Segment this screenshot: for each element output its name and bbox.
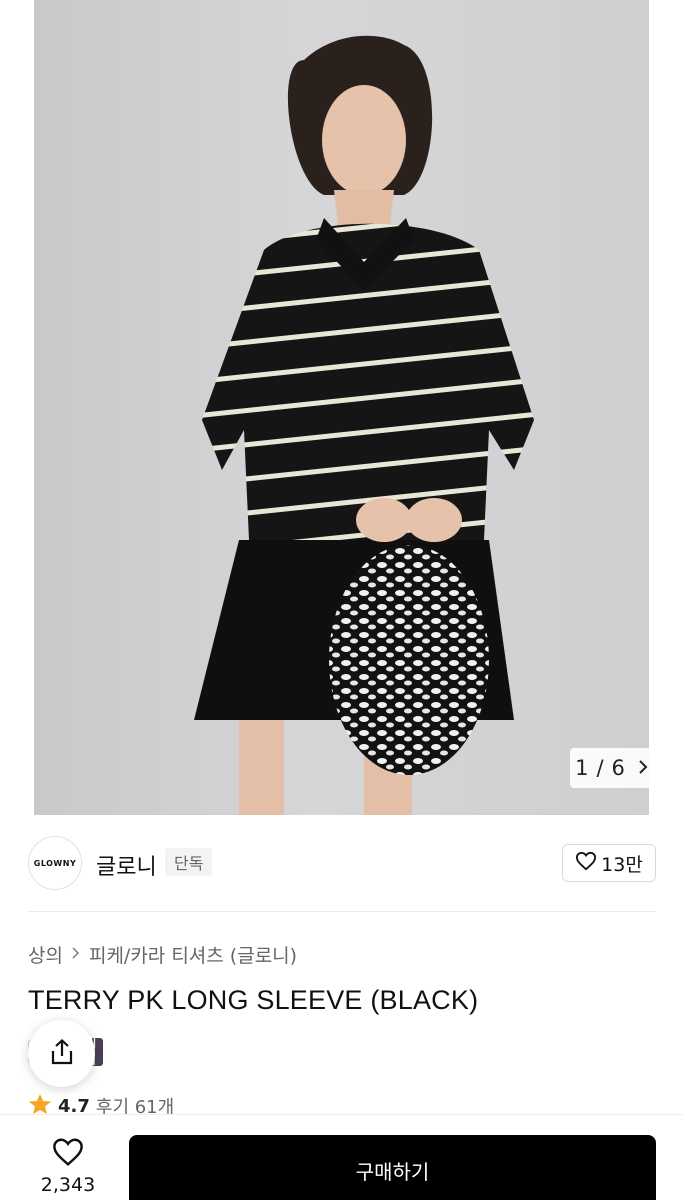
share-icon (48, 1038, 76, 1070)
divider (28, 911, 656, 912)
wishlist-count: 2,343 (40, 1174, 96, 1196)
brand-name[interactable]: 글로니 (96, 849, 157, 881)
brand-logo-text: GLOWNY (33, 858, 77, 868)
breadcrumb-category[interactable]: 상의 (28, 941, 63, 968)
page-total: 6 (611, 756, 625, 780)
product-image-gallery[interactable]: 1 / 6 (0, 0, 683, 815)
page-separator: / (596, 756, 604, 780)
chevron-right-icon[interactable] (637, 756, 649, 780)
exclusive-tag: 단독 (165, 848, 213, 876)
product-photo[interactable] (34, 0, 649, 815)
model-photo-illustration (194, 35, 534, 815)
brand-like-count: 13만 (601, 853, 643, 876)
brand-row: GLOWNY 글로니 단독 13만 (28, 836, 656, 890)
buy-button[interactable]: 구매하기 (129, 1135, 656, 1200)
brand-logo[interactable]: GLOWNY (28, 836, 82, 890)
product-title: TERRY PK LONG SLEEVE (BLACK) (28, 985, 479, 1015)
bottom-action-bar: 2,343 구매하기 (0, 1114, 683, 1200)
page-current: 1 (575, 756, 589, 780)
buy-button-label: 구매하기 (355, 1160, 430, 1184)
heart-icon (575, 851, 597, 876)
brand-like-button[interactable]: 13만 (562, 844, 656, 882)
heart-icon (51, 1137, 85, 1171)
breadcrumb: 상의 피케/카라 티셔츠 (글로니) (28, 941, 297, 968)
chevron-right-icon (71, 945, 81, 964)
image-page-counter[interactable]: 1 / 6 (570, 748, 654, 788)
breadcrumb-subcategory[interactable]: 피케/카라 티셔츠 (글로니) (89, 941, 297, 968)
share-button[interactable] (28, 1020, 95, 1087)
wishlist-button[interactable]: 2,343 (30, 1137, 106, 1200)
